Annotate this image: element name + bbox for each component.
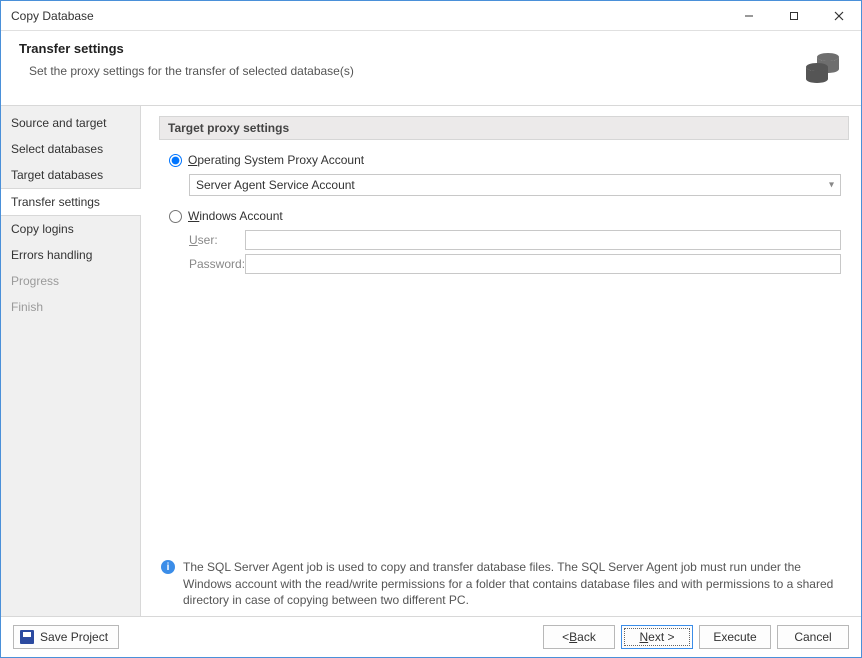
sidebar-item-progress: Progress bbox=[1, 268, 140, 294]
group-body: Operating System Proxy Account Server Ag… bbox=[159, 140, 849, 288]
password-row: Password: bbox=[189, 254, 841, 274]
window: Copy Database Transfer settings Set the … bbox=[0, 0, 862, 658]
info-icon: i bbox=[161, 560, 175, 574]
maximize-button[interactable] bbox=[771, 1, 816, 30]
footer: Save Project < Back Next > Execute Cance… bbox=[1, 616, 861, 657]
group-target-proxy-settings: Target proxy settings bbox=[159, 116, 849, 140]
cancel-button[interactable]: Cancel bbox=[777, 625, 849, 649]
execute-button[interactable]: Execute bbox=[699, 625, 771, 649]
radio-os-input[interactable] bbox=[169, 154, 182, 167]
user-row: User: bbox=[189, 230, 841, 250]
save-icon bbox=[20, 630, 34, 644]
password-label: Password: bbox=[189, 257, 245, 271]
minimize-button[interactable] bbox=[726, 1, 771, 30]
radio-windows-label: Windows Account bbox=[188, 209, 283, 223]
page-title: Transfer settings bbox=[19, 41, 783, 56]
back-button[interactable]: < Back bbox=[543, 625, 615, 649]
sidebar-item-source-target[interactable]: Source and target bbox=[1, 110, 140, 136]
header-text: Transfer settings Set the proxy settings… bbox=[19, 41, 783, 78]
window-title: Copy Database bbox=[11, 9, 726, 23]
chevron-down-icon: ▾ bbox=[829, 180, 834, 191]
page-description: Set the proxy settings for the transfer … bbox=[19, 64, 783, 78]
save-project-button[interactable]: Save Project bbox=[13, 625, 119, 649]
save-project-label: Save Project bbox=[40, 630, 108, 644]
sidebar-item-copy-logins[interactable]: Copy logins bbox=[1, 216, 140, 242]
info-text: The SQL Server Agent job is used to copy… bbox=[183, 559, 847, 608]
dropdown-value: Server Agent Service Account bbox=[196, 178, 355, 192]
user-label: User: bbox=[189, 233, 245, 247]
proxy-account-dropdown[interactable]: Server Agent Service Account ▾ bbox=[189, 174, 841, 196]
radio-os-label: Operating System Proxy Account bbox=[188, 153, 364, 167]
sidebar-item-target-databases[interactable]: Target databases bbox=[1, 162, 140, 188]
titlebar: Copy Database bbox=[1, 1, 861, 31]
window-buttons bbox=[726, 1, 861, 30]
spacer bbox=[159, 288, 849, 553]
next-button[interactable]: Next > bbox=[621, 625, 693, 649]
info-note: i The SQL Server Agent job is used to co… bbox=[159, 553, 849, 608]
sidebar: Source and target Select databases Targe… bbox=[1, 106, 141, 616]
sidebar-item-transfer-settings[interactable]: Transfer settings bbox=[1, 188, 141, 216]
body: Source and target Select databases Targe… bbox=[1, 105, 861, 616]
password-input[interactable] bbox=[245, 254, 841, 274]
sidebar-item-select-databases[interactable]: Select databases bbox=[1, 136, 140, 162]
radio-windows-account[interactable]: Windows Account bbox=[167, 206, 841, 226]
header: Transfer settings Set the proxy settings… bbox=[1, 31, 861, 105]
close-button[interactable] bbox=[816, 1, 861, 30]
content: Target proxy settings Operating System P… bbox=[141, 106, 861, 616]
sidebar-item-errors-handling[interactable]: Errors handling bbox=[1, 242, 140, 268]
radio-os-proxy-account[interactable]: Operating System Proxy Account bbox=[167, 150, 841, 170]
radio-windows-input[interactable] bbox=[169, 210, 182, 223]
sidebar-item-finish: Finish bbox=[1, 294, 140, 320]
database-icon bbox=[803, 47, 843, 87]
user-input[interactable] bbox=[245, 230, 841, 250]
